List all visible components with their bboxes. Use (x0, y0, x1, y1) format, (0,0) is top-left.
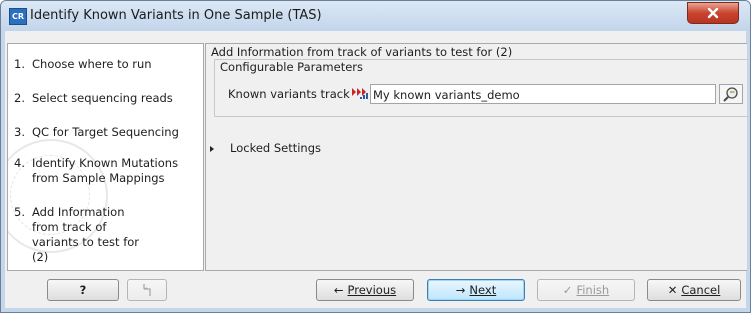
step-number: 4. (14, 156, 25, 170)
app-logo-icon: CR (9, 8, 27, 25)
dialog-window: CR Identify Known Variants in One Sample… (0, 0, 751, 313)
step-label: QC for Target Sequencing (32, 125, 179, 139)
cancel-label: Cancel (681, 283, 721, 297)
arrow-left-icon: ← (333, 283, 344, 297)
known-variants-track-label: Known variants track (228, 87, 350, 101)
section-title: Add Information from track of variants t… (211, 45, 513, 59)
reset-icon (143, 284, 151, 296)
close-icon (707, 7, 719, 19)
step-content-panel: Add Information from track of variants t… (205, 43, 749, 271)
next-label: Next (469, 283, 497, 297)
dialog-client-area: 1. Choose where to run 2. Select sequenc… (5, 31, 749, 308)
window-title: Identify Known Variants in One Sample (T… (30, 8, 322, 23)
step-label: Choose where to run (32, 57, 152, 71)
step-label: Select sequencing reads (32, 91, 173, 105)
group-title: Configurable Parameters (218, 60, 366, 74)
browse-track-button[interactable] (719, 84, 743, 104)
help-label: ? (79, 283, 87, 297)
expand-arrow-icon[interactable] (210, 146, 214, 152)
reset-button[interactable] (127, 279, 167, 301)
step-label: Identify Known Mutations from Sample Map… (32, 156, 179, 185)
wizard-steps-panel: 1. Choose where to run 2. Select sequenc… (7, 43, 204, 271)
previous-button[interactable]: ← Previous (316, 279, 414, 301)
cancel-x-icon: ✕ (667, 283, 678, 297)
variant-track-icon (352, 88, 368, 99)
step-number: 1. (14, 57, 25, 71)
locked-settings-toggle[interactable]: Locked Settings (230, 141, 321, 155)
step-number: 5. (14, 205, 25, 219)
finish-button[interactable]: ✓ Finish (537, 279, 635, 301)
cancel-button[interactable]: ✕ Cancel (647, 279, 741, 301)
step-label: Add Information from track of variants t… (32, 205, 140, 264)
known-variants-track-field[interactable]: My known variants_demo (370, 84, 716, 104)
title-bar[interactable]: CR Identify Known Variants in One Sample… (1, 1, 750, 31)
checkmark-icon: ✓ (562, 283, 573, 297)
previous-label: Previous (347, 283, 397, 297)
finish-label: Finish (576, 283, 610, 297)
help-button[interactable]: ? (47, 279, 119, 301)
arrow-right-icon: → (455, 283, 466, 297)
step-number: 3. (14, 125, 25, 139)
browse-folder-icon (723, 87, 738, 102)
step-number: 2. (14, 91, 25, 105)
next-button[interactable]: → Next (427, 279, 525, 301)
close-button[interactable] (687, 2, 739, 24)
